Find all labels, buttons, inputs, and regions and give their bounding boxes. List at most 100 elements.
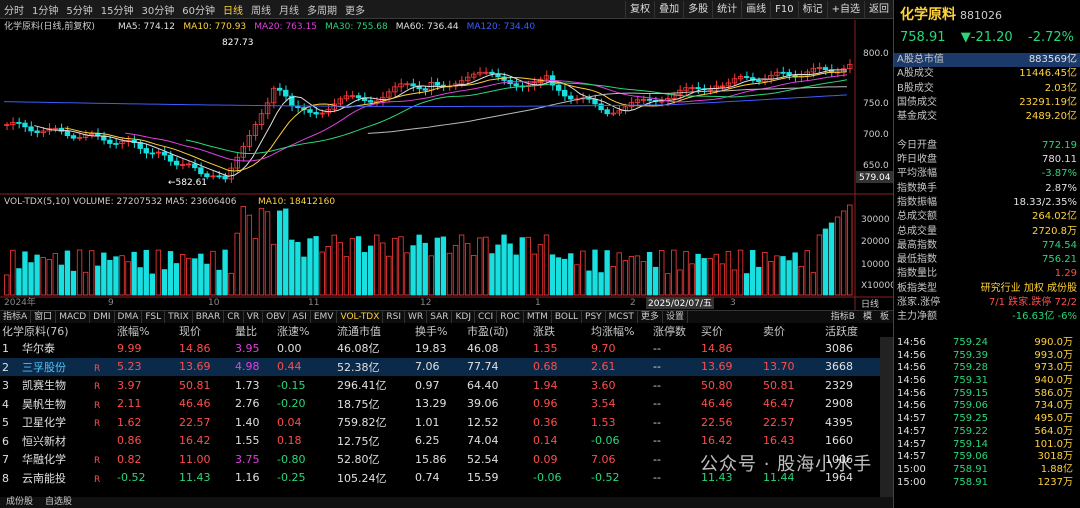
stat-value: 2.03亿 (1044, 82, 1077, 94)
stat-value: -3.87% (1041, 168, 1077, 180)
volume-bar (501, 234, 507, 296)
stock-cell[interactable]: 3 凯赛生物 R (0, 376, 115, 395)
stock-cell[interactable]: 8 云南能投 R (0, 469, 115, 488)
table-row[interactable]: 3 凯赛生物 R 3.97 50.81 1.73 -0.15 296.41亿 0.97 64.40… (0, 376, 880, 395)
ma-label-4: MA60: 736.44 (396, 22, 459, 32)
table-cell: 2.76 (235, 397, 260, 411)
vol-tick-label: 10000 (861, 260, 890, 270)
column-header[interactable]: 涨跌 (531, 323, 589, 339)
table-scrollbar[interactable] (880, 337, 893, 497)
indicator-tab-10[interactable]: OBV (263, 311, 290, 323)
column-header[interactable]: 涨停数 (651, 323, 699, 339)
indicator-tab-24[interactable]: 更多 (638, 311, 663, 323)
indicator-tab-14[interactable]: RSI (383, 311, 406, 323)
tool-button-5[interactable]: F10 (770, 0, 797, 19)
tool-button-8[interactable]: 返回 (864, 0, 893, 19)
timeframe-tab-1[interactable]: 1分钟 (28, 2, 62, 17)
table-row[interactable]: 4 昊帆生物 R 2.11 46.46 2.76 -0.20 18.75亿 13.29 39.06… (0, 395, 880, 414)
tick-price: 759.14 (953, 438, 988, 450)
column-header[interactable]: 买价 (699, 323, 761, 339)
table-cell: 9.70 (591, 341, 616, 355)
indicator-tab-15[interactable]: WR (405, 311, 428, 323)
tool-button-1[interactable]: 叠加 (654, 0, 683, 19)
indicator-tab-23[interactable]: MCST (606, 311, 638, 323)
indicator-tab-4[interactable]: DMA (115, 311, 143, 323)
indicator-tab-0[interactable]: 指标A (0, 311, 32, 323)
column-header[interactable]: 涨幅% (115, 323, 177, 339)
timeframe-tab-10[interactable]: 更多 (341, 2, 369, 17)
indicator-tab-20[interactable]: MTM (524, 311, 552, 323)
bottom-tab-1[interactable]: 自选股 (39, 497, 78, 508)
indicator-tab-6[interactable]: TRIX (165, 311, 193, 323)
column-header[interactable]: 均涨幅% (589, 323, 651, 339)
indicator-tab-19[interactable]: ROC (497, 311, 524, 323)
tool-button-0[interactable]: 复权 (625, 0, 654, 19)
tool-button-3[interactable]: 统计 (712, 0, 741, 19)
column-header[interactable]: 流通市值 (335, 323, 413, 339)
column-header[interactable]: 量比 (233, 323, 275, 339)
timeframe-tab-6[interactable]: 日线 (219, 2, 247, 17)
kline-chart-svg[interactable]: 化学原料(日线,前复权) MA5: 774.12 MA10: 770.93 MA20:… (0, 20, 896, 310)
table-cell: -0.80 (277, 452, 306, 466)
indicator-tab-9[interactable]: VR (244, 311, 264, 323)
indicator-tab-2[interactable]: MACD (56, 311, 91, 323)
table-cell: 2908 (825, 397, 853, 411)
stat-row: A股成交 11446.45亿 (894, 67, 1080, 81)
stock-cell[interactable]: 7 华融化学 R (0, 450, 115, 469)
tick-volume: 1237万 (1037, 476, 1073, 488)
right-tab-2[interactable]: 板 (876, 311, 893, 323)
candle-body (695, 87, 701, 90)
column-header[interactable]: 活跃度 (823, 323, 880, 339)
day-tab[interactable]: 日线 (861, 298, 879, 310)
tool-button-7[interactable]: +自选 (826, 0, 864, 19)
column-header[interactable]: 现价 (177, 323, 233, 339)
indicator-tab-25[interactable]: 设置 (663, 311, 688, 323)
right-tab-1[interactable]: 模 (859, 311, 876, 323)
tool-button-4[interactable]: 画线 (741, 0, 770, 19)
r-flag: R (94, 382, 101, 393)
indicator-tab-3[interactable]: DMI (90, 311, 115, 323)
table-row[interactable]: 5 卫星化学 R 1.62 22.57 1.40 0.04 759.82亿 1.01 12.52 0… (0, 413, 880, 432)
table-row[interactable]: 6 恒兴新材 0.86 16.42 1.55 0.18 12.75亿 6.25 74.04 0.1… (0, 432, 880, 451)
bottom-tab-0[interactable]: 成份股 (0, 497, 39, 508)
column-header[interactable]: 市盈(动) (465, 323, 531, 339)
tool-button-2[interactable]: 多股 (683, 0, 712, 19)
stock-cell[interactable]: 2 三孚股份 R (0, 358, 115, 377)
indicator-tab-7[interactable]: BRAR (193, 311, 225, 323)
indicator-tab-18[interactable]: CCI (475, 311, 498, 323)
row-number: 1 (2, 342, 9, 356)
timeframe-tab-0[interactable]: 分时 (0, 2, 28, 17)
timeframe-tab-9[interactable]: 多周期 (303, 2, 341, 17)
volume-bar (313, 236, 319, 296)
indicator-tab-17[interactable]: KDJ (452, 311, 475, 323)
stock-cell[interactable]: 6 恒兴新材 (0, 432, 115, 451)
column-header[interactable]: 换手% (413, 323, 465, 339)
tick-time: 14:57 (897, 425, 926, 437)
indicator-tab-11[interactable]: ASI (289, 311, 311, 323)
indicator-tab-21[interactable]: BOLL (552, 311, 583, 323)
timeframe-tab-8[interactable]: 月线 (275, 2, 303, 17)
indicator-tab-5[interactable]: FSL (142, 311, 166, 323)
indicator-tab-8[interactable]: CR (224, 311, 244, 323)
indicator-tab-12[interactable]: EMV (311, 311, 338, 323)
kline-chart-area[interactable]: 化学原料(日线,前复权) MA5: 774.12 MA10: 770.93 MA20:… (0, 20, 896, 310)
timeframe-tab-3[interactable]: 15分钟 (97, 2, 138, 17)
stock-cell[interactable]: 4 昊帆生物 R (0, 395, 115, 414)
column-header[interactable]: 化学原料(76) (0, 323, 115, 339)
timeframe-tab-7[interactable]: 周线 (247, 2, 275, 17)
right-tab-0[interactable]: 指标B (827, 311, 859, 323)
indicator-tab-16[interactable]: SAR (427, 311, 453, 323)
table-row[interactable]: 2 三孚股份 R 5.23 13.69 4.98 0.44 52.38亿 7.06 77.74 0.… (0, 357, 880, 377)
timeframe-tab-5[interactable]: 60分钟 (178, 2, 219, 17)
stock-cell[interactable]: 1 华尔泰 (0, 339, 115, 358)
indicator-tab-13[interactable]: VOL-TDX (337, 311, 384, 323)
column-header[interactable]: 卖价 (761, 323, 823, 339)
column-header[interactable]: 涨速% (275, 323, 335, 339)
indicator-tab-22[interactable]: PSY (582, 311, 606, 323)
stock-cell[interactable]: 5 卫星化学 R (0, 413, 115, 432)
timeframe-tab-4[interactable]: 30分钟 (137, 2, 178, 17)
table-row[interactable]: 1 华尔泰 9.99 14.86 3.95 0.00 46.08亿 19.83 46.08 1.3… (0, 339, 880, 358)
indicator-tab-1[interactable]: 窗口 (31, 311, 57, 323)
timeframe-tab-2[interactable]: 5分钟 (62, 2, 96, 17)
tool-button-6[interactable]: 标记 (797, 0, 827, 19)
